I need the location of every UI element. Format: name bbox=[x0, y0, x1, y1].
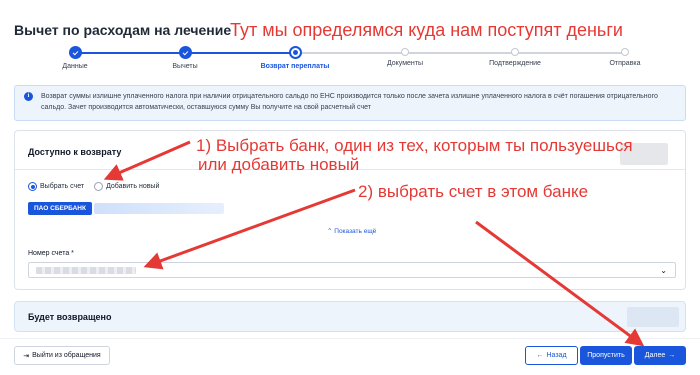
page-title: Вычет по расходам на лечение bbox=[14, 22, 232, 38]
next-button[interactable]: Далее → bbox=[634, 346, 686, 365]
annotation-step2: 2) выбрать счет в этом банке bbox=[358, 182, 589, 201]
step-label: Документы bbox=[386, 60, 424, 67]
step-deductions: Вычеты bbox=[140, 46, 230, 70]
show-more-link[interactable]: ⌃ Показать ещё bbox=[327, 227, 376, 235]
radio-label: Добавить новый bbox=[106, 183, 160, 190]
radio-select-account[interactable]: Выбрать счет bbox=[28, 182, 84, 191]
pending-step-icon bbox=[511, 48, 519, 56]
info-notice: i Возврат суммы излишне уплаченного нало… bbox=[14, 85, 686, 121]
step-sending: Отправка bbox=[580, 46, 670, 67]
bank-chip-sberbank[interactable]: ПАО СБЕРБАНК bbox=[28, 202, 92, 215]
info-icon: i bbox=[24, 92, 33, 101]
footer-divider bbox=[0, 338, 700, 339]
annotation-step1: 1) Выбрать банк, один из тех, которым ты… bbox=[196, 136, 633, 174]
bank-selector: ПАО СБЕРБАНК bbox=[28, 202, 224, 215]
returned-section[interactable]: Будет возвращено bbox=[14, 301, 686, 332]
stepper-line-future bbox=[295, 52, 625, 54]
chevron-up-icon: ⌃ bbox=[327, 228, 333, 235]
step-refund: Возврат переплаты bbox=[250, 46, 340, 70]
radio-label: Выбрать счет bbox=[40, 183, 85, 190]
account-number-label: Номер счета * bbox=[28, 250, 74, 257]
step-confirmation: Подтверждение bbox=[470, 46, 560, 67]
radio-add-new[interactable]: Добавить новый bbox=[94, 182, 159, 191]
radio-checked-icon[interactable] bbox=[28, 182, 37, 191]
pending-step-icon bbox=[401, 48, 409, 56]
annotation-top: Тут мы определямся куда нам поступят ден… bbox=[230, 20, 623, 40]
check-icon bbox=[178, 46, 192, 59]
current-step-icon bbox=[288, 46, 302, 59]
back-label: Назад bbox=[546, 352, 567, 359]
arrow-right-icon: → bbox=[668, 352, 676, 359]
redacted-returned-amount bbox=[627, 307, 679, 327]
step-label: Отправка bbox=[609, 60, 641, 67]
step-label: Возврат переплаты bbox=[260, 63, 330, 70]
account-mode-radio-group: Выбрать счет Добавить новый bbox=[28, 182, 159, 191]
returned-title: Будет возвращено bbox=[28, 312, 112, 322]
skip-button[interactable]: Пропустить bbox=[580, 346, 632, 365]
step-label: Вычеты bbox=[172, 63, 198, 70]
radio-unchecked-icon[interactable] bbox=[94, 182, 104, 191]
exit-button[interactable]: ⇥ Выйти из обращения bbox=[14, 346, 110, 365]
step-data: Данные bbox=[30, 46, 120, 70]
card-title: Доступно к возврату bbox=[28, 147, 122, 157]
exit-label: Выйти из обращения bbox=[32, 352, 101, 359]
annotation-line: или добавить новый bbox=[198, 155, 360, 174]
step-label: Данные bbox=[62, 63, 88, 70]
exit-icon: ⇥ bbox=[23, 352, 30, 360]
pending-step-icon bbox=[621, 48, 629, 56]
redacted-bank-info bbox=[93, 203, 224, 214]
back-button[interactable]: ← Назад bbox=[525, 346, 578, 365]
info-text: Возврат суммы излишне уплаченного налога… bbox=[41, 93, 658, 111]
show-more-label: Показать ещё bbox=[334, 228, 377, 235]
step-label: Подтверждение bbox=[489, 60, 541, 67]
next-label: Далее bbox=[644, 352, 666, 359]
chevron-down-icon: ⌄ bbox=[660, 266, 667, 275]
arrow-left-icon: ← bbox=[536, 352, 544, 359]
account-number-select[interactable]: ⌄ bbox=[28, 262, 676, 278]
check-icon bbox=[68, 46, 82, 59]
progress-stepper: Данные Вычеты Возврат переплаты Документ… bbox=[30, 46, 680, 74]
redacted-account-number bbox=[36, 267, 136, 274]
step-documents: Документы bbox=[360, 46, 450, 67]
annotation-line: 1) Выбрать банк, один из тех, которым ты… bbox=[196, 136, 633, 155]
